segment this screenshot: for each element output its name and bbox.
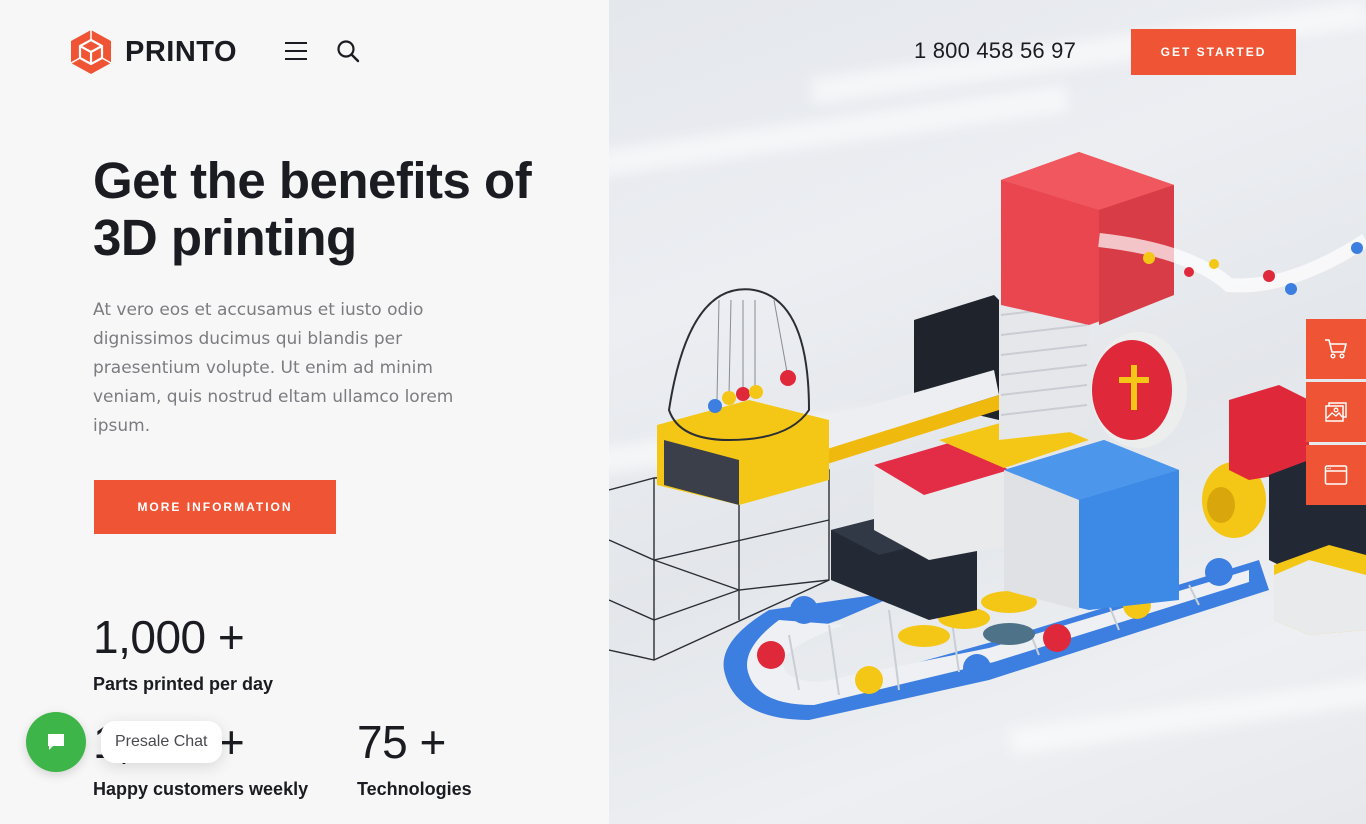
stat-value: 75 + [357,716,446,768]
chat-bubble-icon [48,734,64,750]
stat-label: Technologies [357,779,472,799]
hero-description: At vero eos et accusamus et iusto odio d… [93,300,454,436]
gallery-icon [1325,402,1347,422]
search-button[interactable] [336,39,360,63]
browser-window-icon [1324,465,1348,485]
cube-logo-icon [70,30,112,74]
side-tool-gallery[interactable] [1306,382,1366,442]
get-started-button[interactable]: GET STARTED [1131,29,1296,75]
side-tool-browser[interactable] [1306,445,1366,505]
search-icon [337,40,360,63]
hero-illustration [609,0,1366,824]
presale-chat-label[interactable]: Presale Chat [101,721,222,763]
phone-number[interactable]: 1 800 458 56 97 [914,38,1076,64]
menu-button[interactable] [285,42,307,62]
stat-technologies: 75 + Technologies [357,715,472,800]
stat-parts-printed: 1,000 + Parts printed per day [93,610,273,695]
page-title: Get the benefits of 3D printing [93,152,532,266]
side-toolbar [1306,319,1366,508]
presale-chat-button[interactable] [26,712,86,772]
stat-label: Happy customers weekly [93,779,309,799]
factory-scene [609,152,1366,720]
side-tool-cart[interactable] [1306,319,1366,379]
more-information-button[interactable]: MORE INFORMATION [94,480,336,534]
brand-logo[interactable]: PRINTO [69,29,237,75]
cart-icon [1325,339,1348,359]
brand-name: PRINTO [125,35,238,68]
hamburger-icon [285,42,307,44]
stat-value: 1,000 + [93,611,245,663]
stat-label: Parts printed per day [93,674,274,694]
